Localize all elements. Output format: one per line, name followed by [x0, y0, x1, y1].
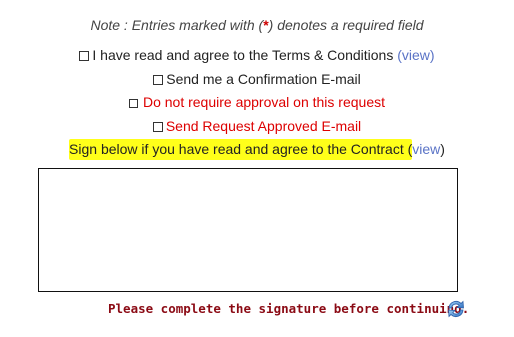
confirmation-email-label[interactable]: Send me a Confirmation E-mail — [166, 71, 361, 87]
signature-form: Note : Entries marked with (*) denotes a… — [0, 0, 514, 337]
terms-option: I have read and agree to the Terms & Con… — [0, 47, 514, 63]
signature-instruction-end: ) — [440, 141, 445, 157]
terms-label[interactable]: I have read and agree to the Terms & Con… — [92, 47, 393, 63]
no-approval-checkbox[interactable] — [128, 99, 138, 108]
no-approval-label[interactable]: Do not require approval on this request — [143, 94, 385, 110]
signature-instruction: Sign below if you have read and agree to… — [0, 139, 514, 160]
refresh-icon-graphic — [448, 300, 464, 318]
signature-pad[interactable] — [38, 168, 458, 292]
confirmation-email-option: Send me a Confirmation E-mail — [0, 71, 514, 87]
note-suffix: ) denotes a required field — [268, 17, 424, 33]
note-prefix: Note : Entries marked with ( — [90, 17, 264, 33]
signature-instruction-text: Sign below if you have read and agree to… — [69, 139, 413, 160]
approved-email-label[interactable]: Send Request Approved E-mail — [166, 118, 361, 134]
no-approval-option: Do not require approval on this request — [0, 94, 514, 110]
required-field-note: Note : Entries marked with (*) denotes a… — [0, 17, 514, 33]
terms-view-link[interactable]: (view) — [397, 47, 434, 63]
approved-email-option: Send Request Approved E-mail — [0, 118, 514, 134]
contract-view-link[interactable]: view — [412, 141, 440, 157]
refresh-icon[interactable] — [445, 298, 467, 320]
terms-checkbox[interactable] — [79, 51, 90, 61]
confirmation-email-checkbox[interactable] — [153, 75, 164, 85]
signature-error-message: Please complete the signature before con… — [108, 301, 470, 316]
approved-email-checkbox[interactable] — [152, 122, 163, 132]
